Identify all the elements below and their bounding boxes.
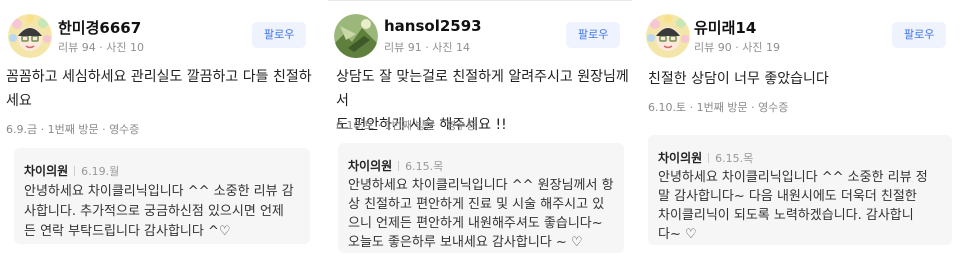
reply-text-line: 안녕하세요 차이클리닉입니다 ^^ 소중한 리뷰 정 — [658, 170, 928, 185]
review-text-line: 친절한 상담이 너무 좋았습니다 — [648, 71, 829, 87]
reply-author: 차이의원 — [24, 164, 69, 178]
reply-author: 차이의원 — [348, 159, 393, 173]
reply-date: 6.15.목 — [405, 160, 444, 173]
reply-text-line: 안녕하세요 차이클리닉입니다 ^^ 소중한 리뷰 감 — [24, 184, 294, 199]
review-text-line: 꼼꼼하고 세심하세요 관리실도 깔끔하고 다들 친절하 — [6, 69, 312, 85]
divider — [74, 166, 76, 176]
review-card: hansol2593 리뷰 91 · 사진 14 팔로우 상담도 잘 맞는걸로 … — [328, 0, 632, 269]
owner-reply: 차이의원 6.15.목 안녕하세요 차이클리닉입니다 ^^ 소중한 리뷰 정 말 … — [648, 135, 952, 245]
follow-button[interactable]: 팔로우 — [252, 22, 307, 48]
reviewer-nickname[interactable]: hansol2593 — [384, 17, 482, 35]
reply-text: 안녕하세요 차이클리닉입니다 ^^ 소중한 리뷰 정 말 감사합니다~ 다음 내… — [658, 168, 928, 244]
reply-text: 안녕하세요 차이클리닉입니다 ^^ 소중한 리뷰 감 사합니다. 추가적으로 궁… — [24, 182, 294, 242]
avatar-cartoon-icon — [8, 14, 52, 58]
avatar-photo-icon — [334, 14, 378, 58]
reply-date: 6.15.목 — [715, 152, 754, 165]
reviewer-stats: 리뷰 90 · 사진 19 — [694, 41, 780, 54]
avatar[interactable] — [334, 14, 378, 58]
visit-info: 6.10.토 · 1번째 방문 · 영수증 — [336, 119, 477, 132]
visit-info: 6.10.토 · 1번째 방문 · 영수증 — [648, 101, 789, 114]
review-card: 한미경6667 리뷰 94 · 사진 10 팔로우 꼼꼼하고 세심하세요 관리실… — [0, 0, 322, 269]
visit-info: 6.9.금 · 1번째 방문 · 영수증 — [6, 123, 140, 136]
divider — [328, 0, 632, 1]
reply-text-line: 다~ ♡ — [658, 227, 697, 242]
review-text-line: 세요 — [6, 93, 32, 109]
divider — [398, 161, 400, 171]
owner-reply: 차이의원 6.15.목 안녕하세요 차이클리닉입니다 ^^ 원장님께서 항 상 친… — [338, 143, 624, 253]
reply-text-line: 안녕하세요 차이클리닉입니다 ^^ 원장님께서 항 — [348, 178, 614, 193]
follow-button[interactable]: 팔로우 — [566, 22, 621, 48]
reviewer-nickname[interactable]: 유미래14 — [694, 17, 756, 38]
avatar[interactable] — [8, 14, 52, 58]
avatar-cartoon-icon — [646, 14, 690, 58]
reply-date: 6.19.월 — [81, 165, 120, 178]
avatar[interactable] — [646, 14, 690, 58]
reply-text-line: 으니 언제든 편안하게 내원해주셔도 좋습니다~ — [348, 216, 603, 231]
reviewer-stats: 리뷰 91 · 사진 14 — [384, 41, 470, 54]
owner-reply: 차이의원 6.19.월 안녕하세요 차이클리닉입니다 ^^ 소중한 리뷰 감 사합… — [14, 148, 310, 244]
reply-text-line: 상 친절하고 편안하게 진료 및 시술 해주시고 있 — [348, 197, 605, 212]
divider — [708, 153, 710, 163]
reviewer-stats: 리뷰 94 · 사진 10 — [58, 41, 144, 54]
review-text: 친절한 상담이 너무 좋았습니다 — [648, 67, 829, 91]
reply-author: 차이의원 — [658, 151, 703, 165]
reviewer-nickname[interactable]: 한미경6667 — [58, 17, 141, 38]
reply-text-line: 차이클리닉이 되도록 노력하겠습니다. 감사합니 — [658, 208, 914, 223]
follow-button[interactable]: 팔로우 — [892, 22, 947, 48]
reply-text-line: 든 연락 부탁드립니다 감사합니다 ^♡ — [24, 224, 231, 239]
reply-text-line: 말 감사합니다~ 다음 내원시에도 더욱더 친절한 — [658, 189, 917, 204]
review-text: 꼼꼼하고 세심하세요 관리실도 깔끔하고 다들 친절하 세요 — [6, 65, 312, 113]
review-text-line: 상담도 잘 맞는걸로 친절하게 알려주시고 원장님께서 — [336, 69, 629, 109]
reply-text: 안녕하세요 차이클리닉입니다 ^^ 원장님께서 항 상 친절하고 편안하게 진료… — [348, 176, 614, 252]
reply-text-line: 오늘도 좋은하루 보내세요 감사합니다 ~ ♡ — [348, 235, 583, 250]
reply-text-line: 사합니다. 추가적으로 궁금하신점 있으시면 언제 — [24, 204, 284, 219]
review-card: 유미래14 리뷰 90 · 사진 19 팔로우 친절한 상담이 너무 좋았습니다… — [640, 0, 966, 269]
